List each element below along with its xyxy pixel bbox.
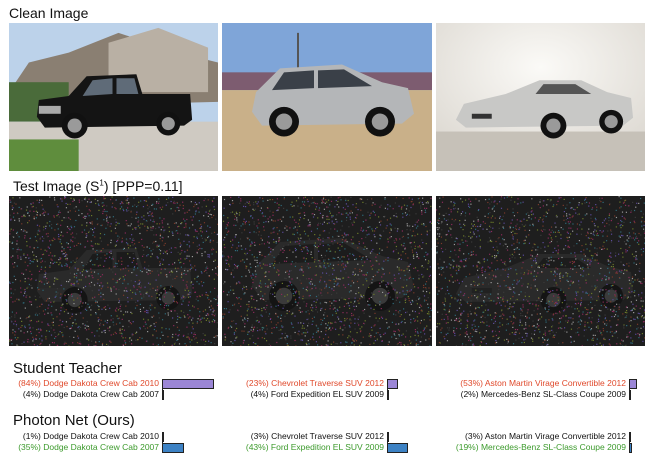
photon-net-prediction-top: (1%) Dodge Dakota Crew Cab 2010 — [23, 431, 159, 442]
photon-net-prediction-top: (3%) Aston Martin Virage Convertible 201… — [465, 431, 626, 442]
student-teacher-prediction-second: (2%) Mercedes-Benz SL-Class Coupe 2009 — [461, 389, 626, 400]
clean-suv-illustration — [222, 23, 432, 171]
test-image-heading-suffix: ) [PPP=0.11] — [103, 178, 183, 194]
student-teacher-prediction-top: (23%) Chevrolet Traverse SUV 2012 — [246, 378, 384, 389]
student-teacher-heading: Student Teacher — [13, 360, 122, 377]
noisy-truck-illustration — [9, 196, 218, 346]
prediction-percentage: (84%) — [18, 378, 41, 388]
student-teacher-bar-top — [629, 379, 637, 389]
prediction-percentage: (23%) — [246, 378, 269, 388]
prediction-label: Dodge Dakota Crew Cab 2010 — [40, 378, 159, 388]
student-teacher-prediction-top: (53%) Aston Martin Virage Convertible 20… — [460, 378, 626, 389]
photon-net-prediction-top: (3%) Chevrolet Traverse SUV 2012 — [251, 431, 384, 442]
photon-net-bar-axis — [387, 432, 388, 453]
photon-net-bar-axis — [162, 432, 163, 453]
prediction-percentage: (4%) — [22, 389, 41, 399]
noisy-sport-illustration — [436, 196, 645, 346]
clean-image-heading: Clean Image — [9, 5, 89, 21]
test-image-heading-prefix: Test Image (S — [13, 178, 100, 194]
clean-image-truck — [9, 23, 218, 171]
prediction-label: Ford Expedition EL SUV 2009 — [268, 442, 384, 452]
noisy-suv-illustration — [222, 196, 432, 346]
prediction-label: Dodge Dakota Crew Cab 2010 — [40, 431, 159, 441]
prediction-percentage: (53%) — [460, 378, 483, 388]
prediction-label: Aston Martin Virage Convertible 2012 — [482, 378, 626, 388]
photon-net-prediction-second: (43%) Ford Expedition EL SUV 2009 — [246, 442, 384, 453]
prediction-percentage: (43%) — [245, 442, 269, 452]
prediction-label: Mercedes-Benz SL-Class Coupe 2009 — [478, 389, 626, 399]
test-image-truck — [9, 196, 218, 346]
prediction-percentage: (1%) — [22, 431, 41, 441]
student-teacher-bar-top — [387, 379, 398, 389]
prediction-label: Aston Martin Virage Convertible 2012 — [482, 431, 626, 441]
clean-truck-illustration — [9, 23, 218, 171]
clean-image-sportscar — [436, 23, 645, 171]
student-teacher-bar-axis — [162, 379, 163, 400]
prediction-percentage: (35%) — [18, 442, 41, 452]
student-teacher-prediction-second: (4%) Dodge Dakota Crew Cab 2007 — [23, 389, 159, 400]
prediction-percentage: (3%) — [465, 431, 483, 441]
photon-net-prediction-second: (35%) Dodge Dakota Crew Cab 2007 — [18, 442, 159, 453]
photon-net-bar-axis — [629, 432, 630, 453]
photon-net-bar-second — [162, 443, 184, 453]
student-teacher-prediction-top: (84%) Dodge Dakota Crew Cab 2010 — [18, 378, 159, 389]
student-teacher-bar-axis — [629, 379, 630, 400]
test-image-heading: Test Image (S1) [PPP=0.11] — [13, 178, 183, 194]
test-image-sportscar — [436, 196, 645, 346]
prediction-percentage: (2%) — [460, 389, 479, 399]
prediction-percentage: (19%) — [455, 442, 479, 452]
student-teacher-bar-top — [162, 379, 214, 389]
prediction-label: Mercedes-Benz SL-Class Coupe 2009 — [478, 442, 626, 452]
prediction-label: Ford Expedition EL SUV 2009 — [268, 389, 384, 399]
clean-sport-illustration — [436, 23, 645, 171]
student-teacher-bar-axis — [387, 379, 388, 400]
prediction-label: Dodge Dakota Crew Cab 2007 — [40, 389, 159, 399]
prediction-label: Dodge Dakota Crew Cab 2007 — [40, 442, 159, 452]
photon-net-prediction-second: (19%) Mercedes-Benz SL-Class Coupe 2009 — [456, 442, 626, 453]
prediction-label: Chevrolet Traverse SUV 2012 — [268, 431, 384, 441]
photon-net-heading: Photon Net (Ours) — [13, 412, 135, 429]
student-teacher-prediction-second: (4%) Ford Expedition EL SUV 2009 — [251, 389, 384, 400]
prediction-percentage: (3%) — [250, 431, 269, 441]
clean-image-suv — [222, 23, 432, 171]
photon-net-bar-second — [387, 443, 408, 453]
prediction-percentage: (4%) — [250, 389, 269, 399]
test-image-suv — [222, 196, 432, 346]
prediction-label: Chevrolet Traverse SUV 2012 — [268, 378, 384, 388]
